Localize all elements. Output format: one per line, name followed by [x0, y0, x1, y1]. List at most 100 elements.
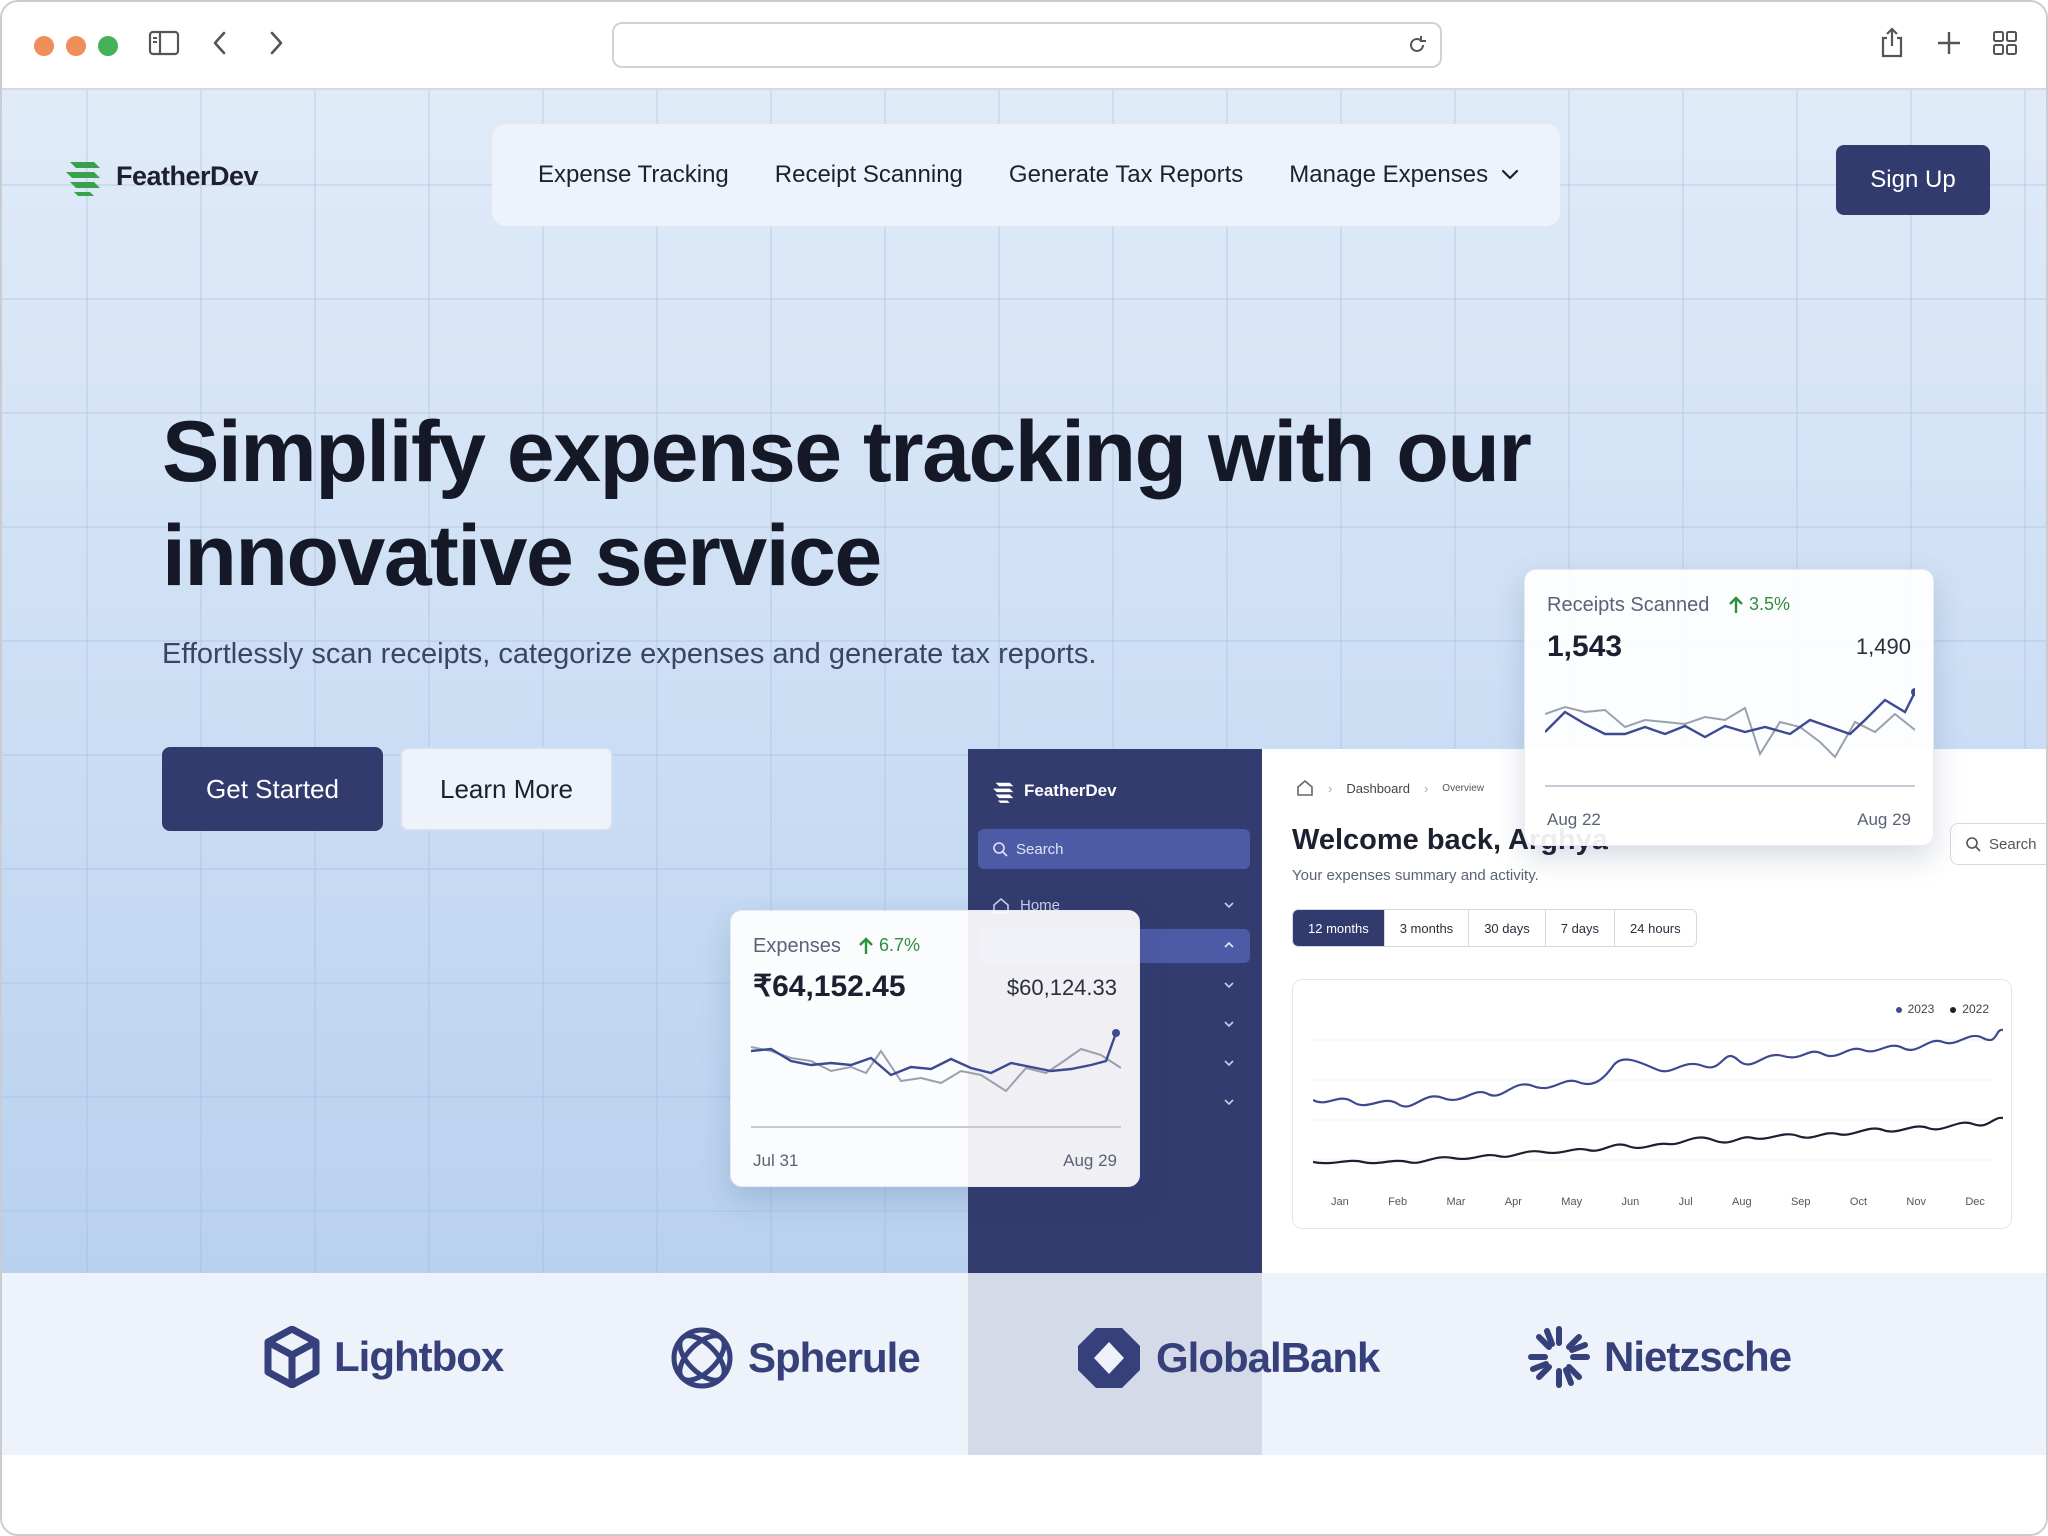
- expenses-value: ₹64,152.45: [753, 970, 906, 1003]
- tick-label: Dec: [1965, 1196, 1985, 1208]
- partner-spherule: Spherule: [670, 1326, 921, 1390]
- nav-manage-expenses-label: Manage Expenses: [1289, 161, 1489, 188]
- feather-logo-icon: [993, 782, 1014, 803]
- nav-generate-tax-reports[interactable]: Generate Tax Reports: [1009, 161, 1243, 189]
- expenses-trend: 6.7%: [857, 935, 920, 956]
- arrow-up-icon: [859, 936, 873, 954]
- dashboard-search[interactable]: Search: [978, 829, 1250, 869]
- cube-icon: [264, 1326, 320, 1388]
- tab-7-days[interactable]: 7 days: [1544, 910, 1615, 946]
- tab-12-months[interactable]: 12 months: [1293, 910, 1384, 946]
- tab-3-months[interactable]: 3 months: [1383, 910, 1469, 946]
- arrow-up-icon: [1729, 595, 1743, 613]
- browser-window: FeatherDev Expense Tracking Receipt Scan…: [0, 0, 2048, 1536]
- dashboard-brand-name: FeatherDev: [1024, 781, 1117, 800]
- tick-label: Feb: [1388, 1196, 1408, 1208]
- receipts-compare-value: 1,490: [1855, 634, 1911, 659]
- chevron-right-icon: ›: [1328, 780, 1333, 796]
- breadcrumb-dashboard[interactable]: Dashboard: [1346, 781, 1410, 796]
- breadcrumb-overview[interactable]: Overview: [1442, 783, 1484, 794]
- dashboard-main-search-label: Search: [1989, 835, 2037, 853]
- get-started-button[interactable]: Get Started: [162, 747, 383, 831]
- home-icon[interactable]: [1296, 779, 1314, 797]
- chevron-down-icon: [1501, 169, 1519, 180]
- partner-globalbank: GlobalBank: [1076, 1326, 1380, 1390]
- address-bar[interactable]: [612, 22, 1442, 68]
- partner-name: Spherule: [748, 1334, 921, 1381]
- reload-icon[interactable]: [1406, 34, 1428, 56]
- nav-expense-tracking[interactable]: Expense Tracking: [538, 161, 729, 189]
- close-window-button[interactable]: [34, 36, 54, 56]
- breadcrumb: › Dashboard › Overview: [1296, 779, 1484, 797]
- expenses-start-date: Jul 31: [753, 1151, 799, 1170]
- sidebar-toggle-icon[interactable]: [148, 28, 180, 58]
- new-tab-icon[interactable]: [1934, 28, 1964, 58]
- tick-label: Mar: [1446, 1196, 1466, 1208]
- search-icon: [1966, 837, 1981, 852]
- hero-headline: Simplify expense tracking with our innov…: [162, 400, 1562, 608]
- chevron-down-icon: [1224, 982, 1234, 989]
- back-icon[interactable]: [208, 28, 232, 58]
- dashboard-main-search[interactable]: Search: [1950, 823, 2046, 865]
- legend-2022: 2022: [1950, 1002, 1989, 1016]
- chart-x-axis: Jan Feb Mar Apr May Jun Jul Aug Sep Oct …: [1313, 1196, 2003, 1208]
- signup-button[interactable]: Sign Up: [1836, 145, 1990, 215]
- yearly-chart-card: 2023 2022 Jan Feb Mar Apr May Jun Jul Au…: [1292, 979, 2012, 1229]
- tab-30-days[interactable]: 30 days: [1468, 910, 1545, 946]
- hero-headline-line2: innovative service: [162, 508, 882, 604]
- legend-2023: 2023: [1895, 1002, 1934, 1016]
- time-range-tabs: 12 months 3 months 30 days 7 days 24 hou…: [1292, 909, 1697, 947]
- partner-name: GlobalBank: [1156, 1334, 1380, 1381]
- receipts-scanned-card: Receipts Scanned 3.5% 1,543 1,490 Aug 22…: [1524, 569, 1934, 846]
- dashboard-search-placeholder: Search: [1016, 840, 1064, 858]
- receipts-trend: 3.5%: [1727, 594, 1790, 615]
- web-page: FeatherDev Expense Tracking Receipt Scan…: [2, 90, 2046, 1534]
- chevron-down-icon: [1224, 1021, 1234, 1028]
- search-icon: [993, 842, 1008, 857]
- receipts-end-date: Aug 29: [1857, 810, 1911, 829]
- welcome-subtitle: Your expenses summary and activity.: [1292, 867, 1539, 884]
- expenses-end-date: Aug 29: [1063, 1151, 1117, 1170]
- learn-more-button[interactable]: Learn More: [400, 747, 613, 831]
- nav-manage-expenses[interactable]: Manage Expenses: [1289, 161, 1520, 189]
- tab-24-hours[interactable]: 24 hours: [1614, 910, 1696, 946]
- tick-label: Jan: [1331, 1196, 1349, 1208]
- forward-icon[interactable]: [264, 28, 288, 58]
- tick-label: Jun: [1621, 1196, 1640, 1208]
- yearly-line-chart: [1313, 1028, 2003, 1165]
- receipts-value: 1,543: [1547, 630, 1623, 663]
- zoom-window-button[interactable]: [98, 36, 118, 56]
- tick-label: Jul: [1678, 1196, 1693, 1208]
- brand-logo[interactable]: FeatherDev: [64, 156, 259, 196]
- expenses-compare-value: $60,124.33: [1006, 975, 1117, 1000]
- tick-label: Aug: [1732, 1196, 1752, 1208]
- chevron-up-icon: [1224, 941, 1234, 948]
- tick-label: Nov: [1906, 1196, 1926, 1208]
- tick-label: Apr: [1504, 1196, 1522, 1208]
- partner-name: Lightbox: [334, 1333, 504, 1380]
- expenses-trend-value: 6.7%: [879, 935, 921, 955]
- partner-name: Nietzsche: [1604, 1333, 1792, 1380]
- nav-receipt-scanning[interactable]: Receipt Scanning: [775, 161, 963, 189]
- expenses-card: Expenses 6.7% ₹64,152.45 $60,124.33 Jul …: [730, 910, 1140, 1187]
- receipts-label: Receipts Scanned: [1547, 594, 1710, 616]
- receipts-start-date: Aug 22: [1547, 810, 1601, 829]
- chevron-right-icon: ›: [1423, 780, 1429, 796]
- share-icon[interactable]: [1878, 26, 1906, 60]
- feather-logo-icon: [66, 162, 100, 196]
- expenses-label: Expenses: [753, 935, 841, 957]
- tick-label: May: [1561, 1196, 1583, 1208]
- receipts-trend-value: 3.5%: [1749, 594, 1791, 614]
- hero-subtitle: Effortlessly scan receipts, categorize e…: [162, 638, 1097, 670]
- minimize-window-button[interactable]: [66, 36, 86, 56]
- main-nav: Expense Tracking Receipt Scanning Genera…: [492, 124, 1560, 226]
- starburst-icon: [1528, 1326, 1590, 1388]
- tick-label: Oct: [1849, 1196, 1868, 1208]
- browser-toolbar: [2, 2, 2046, 90]
- partner-lightbox: Lightbox: [264, 1326, 504, 1388]
- partner-nietzsche: Nietzsche: [1528, 1326, 1792, 1388]
- dashboard-brand: FeatherDev: [992, 779, 1117, 803]
- tab-overview-icon[interactable]: [1990, 28, 2020, 58]
- hero-headline-line1: Simplify expense tracking with our: [162, 404, 1532, 500]
- tick-label: Sep: [1790, 1196, 1811, 1208]
